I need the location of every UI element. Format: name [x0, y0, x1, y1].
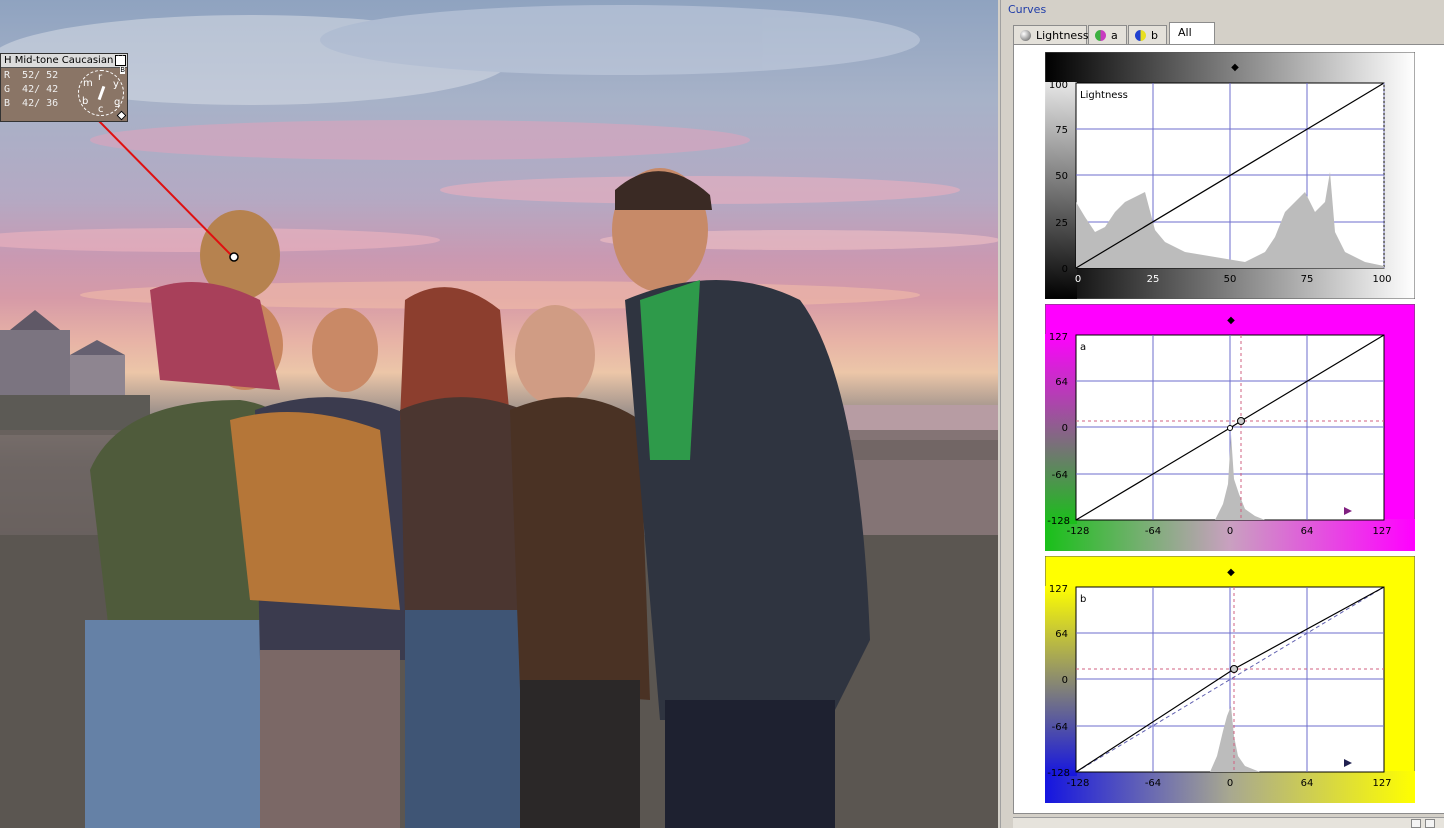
wheel-label-g: g [114, 97, 121, 108]
resize-grip-icon[interactable] [116, 110, 127, 121]
svg-text:64: 64 [1301, 778, 1314, 789]
tab-all[interactable]: All [1169, 22, 1215, 45]
curve-point-active[interactable] [1237, 417, 1245, 425]
people-group [85, 168, 870, 828]
tab-lightness[interactable]: Lightness [1013, 25, 1089, 44]
panel-status-strip [1013, 817, 1444, 828]
wheel-label-r: r [98, 72, 103, 83]
sampler-blue-row: B 42/ 36 [4, 98, 59, 109]
svg-text:-128: -128 [1067, 526, 1090, 537]
svg-text:25: 25 [1055, 218, 1068, 229]
sampler-mode-badge[interactable]: B [120, 67, 125, 74]
svg-text:100: 100 [1049, 80, 1068, 91]
wheel-label-c: c [98, 104, 104, 115]
channel-label: a [1080, 342, 1086, 353]
hue-wheel-icon: m r y b c g [78, 70, 124, 116]
wheel-needle [97, 85, 106, 101]
svg-text:0: 0 [1227, 526, 1233, 537]
svg-text:127: 127 [1049, 332, 1068, 343]
tab-b[interactable]: b [1128, 25, 1167, 44]
svg-text:127: 127 [1372, 526, 1391, 537]
b-curve-editor[interactable]: ◆ b 127 64 0 -64 -128 -128 -64 0 64 127 [1045, 556, 1415, 803]
svg-text:-128: -128 [1067, 778, 1090, 789]
photo-canvas[interactable]: H Mid-tone Caucasian ✕ R 52/ 52 G 42/ 42… [0, 0, 998, 828]
svg-text:-64: -64 [1145, 526, 1161, 537]
svg-text:75: 75 [1055, 125, 1068, 136]
sampler-title[interactable]: H Mid-tone Caucasian [1, 54, 127, 68]
wheel-label-b: b [82, 96, 89, 107]
panel-title: Curves [1008, 3, 1047, 16]
svg-text:64: 64 [1055, 629, 1068, 640]
svg-text:-64: -64 [1145, 778, 1161, 789]
svg-text:75: 75 [1301, 274, 1314, 285]
app-window: H Mid-tone Caucasian ✕ R 52/ 52 G 42/ 42… [0, 0, 1444, 828]
svg-text:64: 64 [1301, 526, 1314, 537]
tab-a[interactable]: a [1088, 25, 1127, 44]
svg-text:-64: -64 [1052, 470, 1068, 481]
svg-text:64: 64 [1055, 377, 1068, 388]
channel-label: b [1080, 594, 1086, 605]
svg-text:0: 0 [1227, 778, 1233, 789]
close-icon[interactable]: ✕ [115, 55, 126, 66]
curves-panel: Curves Lightness a b All ◆ Lightness 100… [1000, 0, 1444, 828]
svg-text:0: 0 [1062, 423, 1068, 434]
scroll-button-icon[interactable] [1425, 819, 1435, 828]
svg-text:50: 50 [1055, 171, 1068, 182]
tab-label: Lightness [1036, 29, 1089, 42]
lightness-icon [1020, 30, 1031, 41]
a-channel-icon [1095, 30, 1106, 41]
sampler-red-row: R 52/ 52 [4, 70, 59, 81]
wheel-label-m: m [83, 78, 93, 89]
town-buildings [0, 310, 150, 435]
tab-label: a [1111, 29, 1118, 42]
curve-point-active[interactable] [1230, 665, 1238, 673]
a-curve-editor[interactable]: ◆ a 127 64 0 -64 -128 -128 -64 0 64 127 [1045, 304, 1415, 551]
svg-text:50: 50 [1224, 274, 1237, 285]
svg-text:100: 100 [1372, 274, 1391, 285]
b-channel-icon [1135, 30, 1146, 41]
svg-text:-64: -64 [1052, 722, 1068, 733]
svg-text:127: 127 [1049, 584, 1068, 595]
wheel-label-y: y [113, 79, 119, 90]
tab-label: All [1178, 26, 1192, 39]
marker-icon[interactable]: ◆ [1231, 62, 1239, 73]
marker-icon[interactable]: ◆ [1227, 567, 1235, 578]
photo-illustration [0, 5, 998, 828]
curve-point[interactable] [1227, 425, 1233, 431]
cloud-layer [0, 5, 998, 309]
svg-text:25: 25 [1147, 274, 1160, 285]
scroll-button-icon[interactable] [1411, 819, 1421, 828]
svg-text:0: 0 [1062, 264, 1068, 275]
svg-text:127: 127 [1372, 778, 1391, 789]
color-sampler-panel[interactable]: H Mid-tone Caucasian ✕ R 52/ 52 G 42/ 42… [0, 53, 128, 122]
sampler-green-row: G 42/ 42 [4, 84, 59, 95]
svg-text:0: 0 [1075, 274, 1081, 285]
sample-point-marker[interactable] [229, 252, 239, 262]
svg-text:0: 0 [1062, 675, 1068, 686]
channel-label: Lightness [1080, 90, 1128, 101]
marker-icon[interactable]: ◆ [1227, 315, 1235, 326]
lightness-curve-editor[interactable]: ◆ Lightness 100 75 50 25 0 0 25 50 75 10… [1045, 52, 1415, 299]
tab-label: b [1151, 29, 1158, 42]
